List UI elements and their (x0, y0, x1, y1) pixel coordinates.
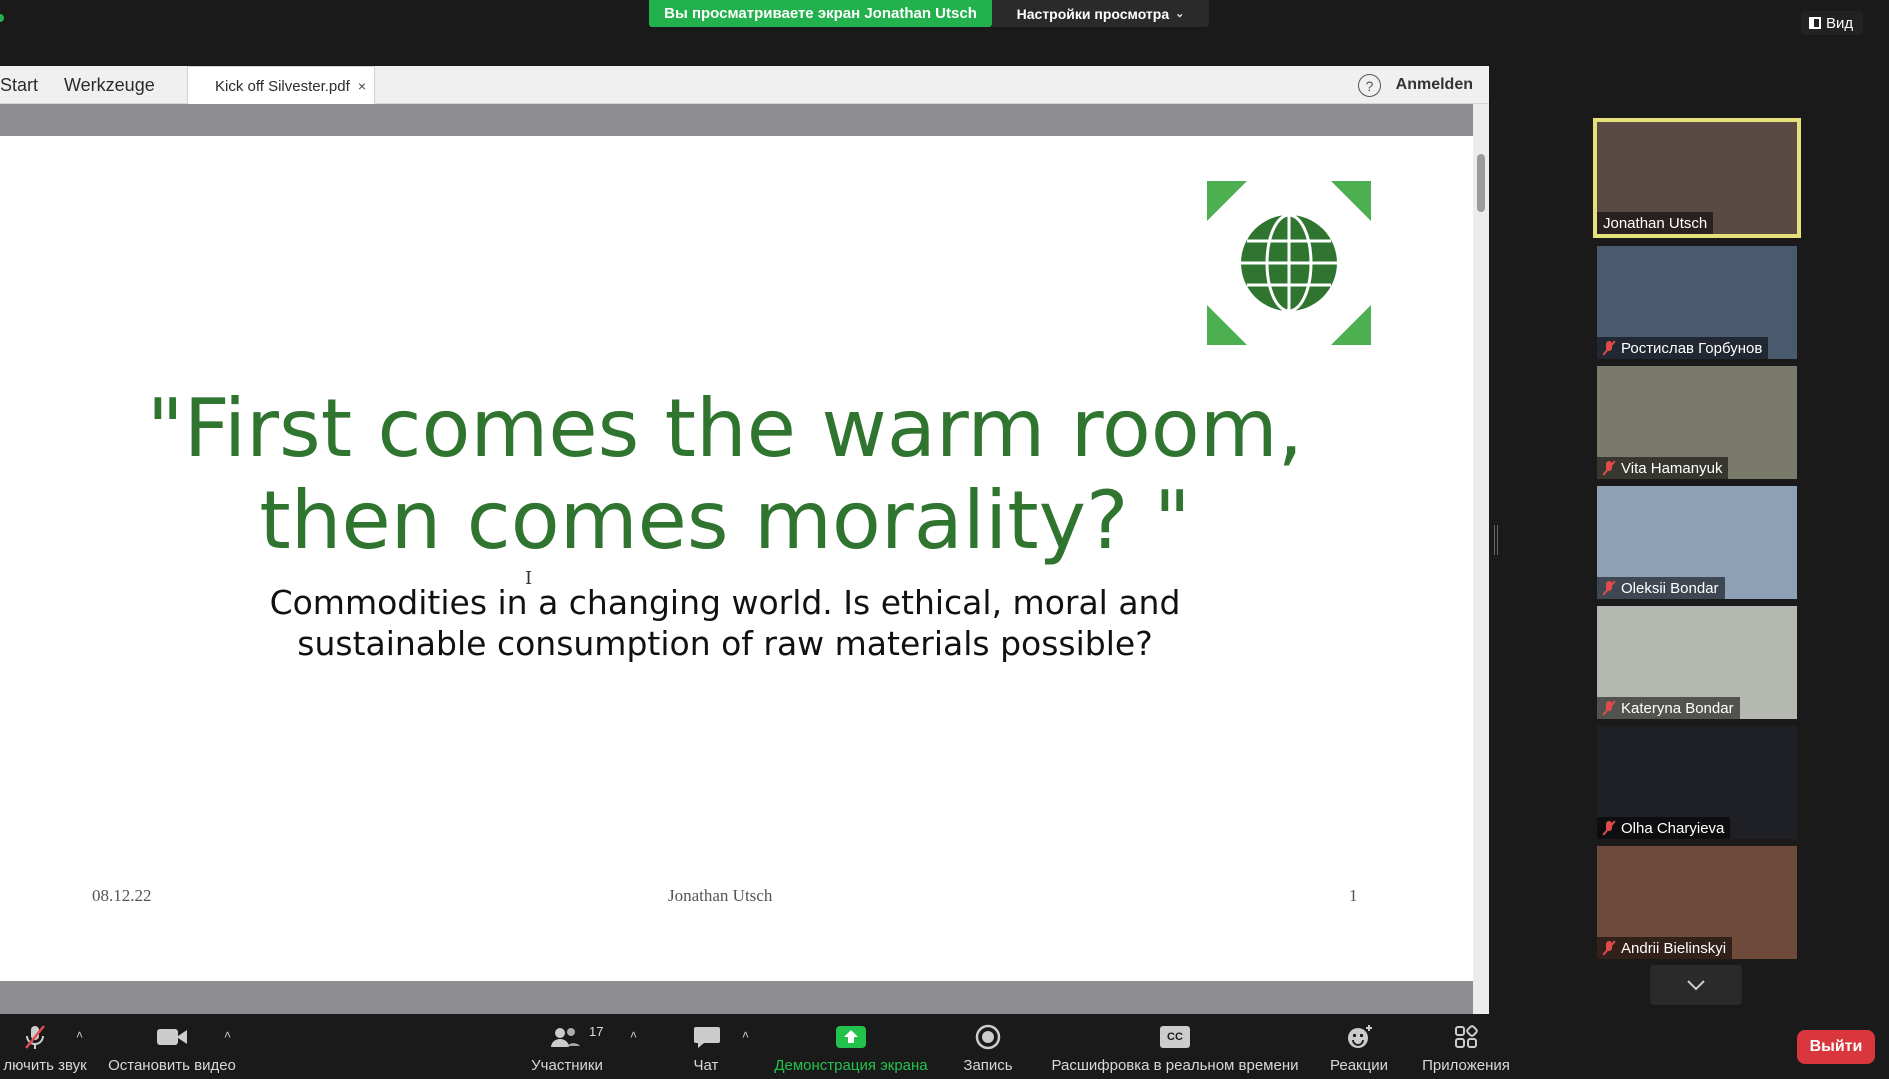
reactions-button[interactable]: Реакции (1328, 1014, 1390, 1079)
leave-meeting-button[interactable]: Выйти (1797, 1030, 1875, 1064)
participant-name: Ростислав Горбунов (1597, 337, 1769, 359)
mute-button[interactable]: лючить звук (0, 1014, 90, 1079)
participant-tile[interactable]: Vita Hamanyuk (1597, 366, 1797, 479)
participant-tile[interactable]: Kateryna Bondar (1597, 606, 1797, 719)
mic-muted-icon (1603, 461, 1615, 475)
tab-tools[interactable]: Werkzeuge (64, 66, 155, 104)
share-screen-icon (835, 1024, 867, 1050)
document-margin-top (0, 104, 1473, 136)
smiley-icon (1346, 1024, 1374, 1050)
participant-name-text: Oleksii Bondar (1621, 579, 1719, 597)
participant-tile[interactable]: Olha Charyieva (1597, 726, 1797, 839)
live-transcript-label: Расшифровка в реальном времени (1051, 1057, 1299, 1074)
status-dot (0, 14, 4, 22)
participant-tile[interactable]: Ростислав Горбунов (1597, 246, 1797, 359)
live-transcript-button[interactable]: CC Расшифровка в реальном времени (1049, 1014, 1301, 1079)
shared-screen: Start Werkzeuge Kick off Silvester.pdf ×… (0, 66, 1489, 1014)
view-settings-button[interactable]: Настройки просмотра ⌄ (992, 0, 1209, 27)
scrollbar[interactable] (1473, 104, 1489, 1014)
slide-footer-date: 08.12.22 (92, 886, 152, 905)
tab-start[interactable]: Start (0, 66, 38, 104)
participant-tile[interactable]: Jonathan Utsch (1593, 118, 1801, 238)
sign-in-button[interactable]: Anmelden (1396, 66, 1473, 104)
chat-label: Чат (693, 1057, 719, 1074)
globe-logo-icon (1207, 181, 1371, 345)
apps-icon (1453, 1024, 1479, 1050)
gallery-scroll-button[interactable] (1650, 965, 1742, 1005)
slide-subtitle: Commodities in a changing world. Is ethi… (150, 582, 1300, 664)
share-banner-text: Вы просматриваете экран Jonathan Utsch (664, 5, 977, 22)
video-options-caret-icon[interactable]: ˄ (224, 1028, 231, 1042)
tab-document[interactable]: Kick off Silvester.pdf × (187, 66, 375, 105)
participant-name-text: Vita Hamanyuk (1621, 459, 1723, 477)
stop-video-button[interactable]: Остановить видео (106, 1014, 238, 1079)
record-icon (975, 1024, 1001, 1050)
document-margin-bottom (0, 981, 1473, 1014)
participant-tile[interactable]: Oleksii Bondar (1597, 486, 1797, 599)
slide-title-line-1: "First comes the warm room, (146, 382, 1304, 475)
share-screen-button[interactable]: Демонстрация экрана (772, 1014, 930, 1079)
record-button[interactable]: Запись (962, 1014, 1014, 1079)
mic-muted-icon (1603, 941, 1615, 955)
participant-name-text: Olha Charyieva (1621, 819, 1725, 837)
help-icon[interactable]: ? (1358, 74, 1381, 97)
screen-share-banner: Вы просматриваете экран Jonathan Utsch (649, 0, 992, 27)
participant-name: Kateryna Bondar (1597, 697, 1740, 719)
slide-subtitle-line-2: sustainable consumption of raw materials… (297, 624, 1153, 663)
view-button[interactable]: Вид (1801, 11, 1863, 35)
audio-options-caret-icon[interactable]: ˄ (76, 1028, 83, 1042)
slide-footer-author: Jonathan Utsch (668, 886, 773, 905)
video-camera-icon (156, 1024, 188, 1050)
reactions-label: Реакции (1330, 1057, 1388, 1074)
participant-name-text: Ростислав Горбунов (1621, 339, 1763, 357)
record-label: Запись (963, 1057, 1013, 1074)
slide-subtitle-line-1: Commodities in a changing world. Is ethi… (269, 583, 1181, 622)
participant-name: Jonathan Utsch (1597, 212, 1714, 234)
participants-count: 17 (589, 1024, 604, 1039)
participant-name: Vita Hamanyuk (1597, 457, 1729, 479)
tab-tools-label: Werkzeuge (64, 74, 155, 95)
mic-muted-icon (1603, 581, 1615, 595)
pdf-slide: "First comes the warm room, then comes m… (0, 136, 1473, 981)
view-button-label: Вид (1826, 14, 1854, 32)
chat-button[interactable]: Чат (686, 1014, 726, 1079)
slide-footer-page: 1 (1349, 886, 1358, 905)
resize-handle[interactable] (1494, 525, 1498, 555)
slide-title-line-2: then comes morality? " (259, 474, 1191, 567)
chevron-down-icon: ⌄ (1175, 8, 1185, 20)
participant-name-text: Kateryna Bondar (1621, 699, 1734, 717)
closed-captions-icon: CC (1160, 1026, 1190, 1048)
chevron-down-icon (1687, 980, 1705, 991)
chat-caret-icon[interactable]: ˄ (742, 1028, 749, 1042)
mic-muted-icon (1603, 341, 1615, 355)
apps-label: Приложения (1422, 1057, 1510, 1074)
participants-label: Участники (531, 1057, 603, 1074)
view-grid-icon (1809, 17, 1821, 29)
scrollbar-thumb[interactable] (1477, 154, 1485, 212)
acrobat-tab-bar: Start Werkzeuge Kick off Silvester.pdf ×… (0, 66, 1489, 105)
participant-name-text: Andrii Bielinskyi (1621, 939, 1727, 957)
mic-muted-icon (1603, 701, 1615, 715)
participant-name-text: Jonathan Utsch (1603, 214, 1708, 232)
share-screen-label: Демонстрация экрана (774, 1057, 928, 1074)
close-icon[interactable]: × (358, 78, 366, 94)
stop-video-label: Остановить видео (108, 1057, 236, 1074)
participant-name: Oleksii Bondar (1597, 577, 1725, 599)
participant-name: Andrii Bielinskyi (1597, 937, 1733, 959)
meeting-toolbar: лючить звук ˄ Остановить видео ˄ 17 Учас… (0, 1014, 1889, 1079)
participant-name: Olha Charyieva (1597, 817, 1731, 839)
participants-caret-icon[interactable]: ˄ (630, 1028, 637, 1042)
mute-label: лючить звук (3, 1057, 87, 1074)
apps-button[interactable]: Приложения (1419, 1014, 1513, 1079)
chat-bubble-icon (693, 1024, 721, 1050)
slide-title: "First comes the warm room, then comes m… (100, 383, 1350, 567)
view-settings-label: Настройки просмотра (1016, 5, 1170, 22)
participant-tile[interactable]: Andrii Bielinskyi (1597, 846, 1797, 959)
tab-start-label: Start (0, 74, 39, 95)
tab-document-label: Kick off Silvester.pdf (215, 77, 350, 95)
mic-muted-icon (22, 1024, 48, 1050)
participants-button[interactable]: 17 Участники (527, 1014, 607, 1079)
mic-muted-icon (1603, 821, 1615, 835)
participants-icon (549, 1024, 581, 1050)
